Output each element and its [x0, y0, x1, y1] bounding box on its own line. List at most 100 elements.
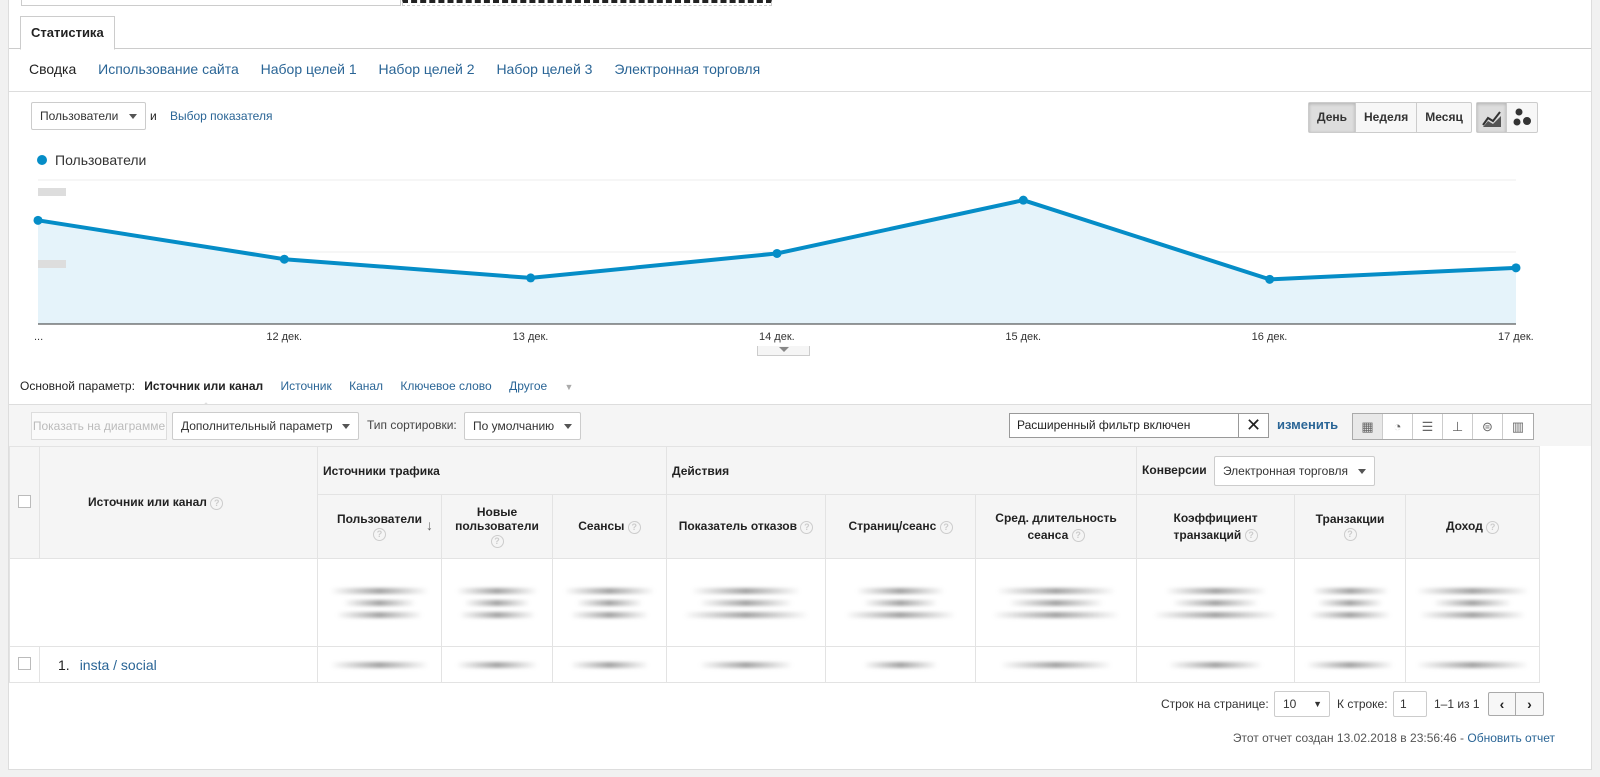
col-sessions[interactable]: Сеансы ?	[551, 494, 668, 559]
bubble-chart-icon	[1513, 108, 1531, 126]
totals-cell	[317, 558, 442, 647]
report-generated-text: Этот отчет создан 13.02.2018 в 23:56:46 …	[1232, 731, 1468, 745]
help-icon[interactable]: ?	[1244, 529, 1258, 543]
chart-x-tick-label: 16 дек.	[1252, 331, 1288, 343]
col-users[interactable]: Пользователи? ↓	[317, 494, 442, 559]
totals-cell	[975, 558, 1138, 647]
choose-metric-link[interactable]: Выбор показателя	[170, 109, 272, 123]
row-value-cell	[1405, 646, 1541, 683]
select-all-checkbox[interactable]	[18, 494, 31, 508]
dim-source-medium[interactable]: Источник или канал	[144, 379, 263, 393]
search-field-top[interactable]	[21, 0, 401, 6]
subnav-goal-set-3[interactable]: Набор целей 3	[496, 61, 592, 77]
period-day-button[interactable]: День	[1309, 103, 1356, 132]
compare-view-button[interactable]: ⊥	[1443, 414, 1473, 439]
chevron-left-icon: ‹	[1499, 696, 1505, 712]
col-ecommerce-rate-label-2: транзакций	[1173, 527, 1242, 542]
bar-view-button[interactable]: ☰	[1413, 414, 1443, 439]
rows-per-page-select[interactable]: 10 ▼	[1274, 691, 1330, 717]
dim-other[interactable]: Другое ▼	[509, 379, 587, 393]
tab-statistics[interactable]: Статистика	[20, 16, 115, 50]
totals-cell	[1405, 558, 1541, 647]
col-revenue[interactable]: Доход ?	[1405, 494, 1541, 559]
group-traffic-header: Источники трафика	[316, 446, 668, 495]
chart-x-tick-label: ...	[34, 331, 43, 343]
dimension-header[interactable]: Источник или канал ?	[39, 446, 318, 559]
help-icon[interactable]: ?	[373, 527, 386, 541]
chart-x-tick-label: 13 дек.	[513, 331, 549, 343]
subnav-summary[interactable]: Сводка	[29, 61, 76, 77]
help-icon[interactable]: ?	[490, 534, 504, 548]
dimension-header-label: Источник или канал	[88, 495, 207, 510]
help-icon[interactable]: ?	[939, 520, 953, 534]
data-table: Источник или канал ? Источники трафика Д…	[9, 446, 1541, 683]
conversion-type-select[interactable]: Электронная торговля	[1213, 455, 1375, 486]
grid-icon: ▦	[1361, 419, 1374, 434]
help-icon[interactable]: ?	[1071, 529, 1085, 543]
sort-type-select[interactable]: По умолчанию	[464, 412, 581, 440]
prev-page-button[interactable]: ‹	[1489, 693, 1516, 715]
page-range: 1–1 из 1	[1434, 697, 1480, 711]
col-avg-session-duration[interactable]: Сред. длительность сеанса ?	[975, 494, 1138, 559]
segment-placeholder-top[interactable]	[402, 0, 772, 6]
chart-resize-handle[interactable]	[757, 346, 810, 356]
col-pages-per-session[interactable]: Страниц/сеанс ?	[825, 494, 977, 559]
metric-select-value: Пользователи	[40, 109, 119, 123]
goto-row-input[interactable]: 1	[1393, 691, 1427, 717]
motion-chart-button[interactable]	[1507, 103, 1537, 132]
rows-per-page-label: Строк на странице:	[1161, 697, 1269, 711]
row-checkbox[interactable]	[18, 656, 31, 670]
term-cloud-view-button[interactable]: ⊜	[1473, 414, 1503, 439]
col-transactions[interactable]: Транзакции?	[1294, 494, 1407, 559]
dim-keyword[interactable]: Ключевое слово	[400, 379, 491, 393]
col-new-users-label-2: пользователи	[455, 519, 539, 534]
chart-point	[1265, 274, 1275, 284]
col-ecommerce-rate[interactable]: Коэффициент транзакций ?	[1136, 494, 1296, 559]
chart-x-tick-label: 14 дек.	[759, 331, 795, 343]
sort-type-label: Тип сортировки:	[367, 418, 457, 432]
chart-point	[1018, 195, 1028, 205]
goto-row-label: К строке:	[1337, 697, 1388, 711]
subnav-ecommerce[interactable]: Электронная торговля	[614, 61, 760, 77]
col-new-users[interactable]: Новые пользователи?	[441, 494, 553, 559]
refresh-report-link[interactable]: Обновить отчет	[1467, 731, 1555, 745]
next-page-button[interactable]: ›	[1516, 693, 1543, 715]
col-avg-duration-label-1: Сред. длительность	[995, 510, 1117, 525]
help-icon[interactable]: ?	[800, 520, 814, 534]
line-chart-button[interactable]	[1477, 103, 1507, 132]
pie-view-button[interactable]: ◔	[1383, 414, 1413, 439]
totals-cell	[1294, 558, 1407, 647]
conversion-type-value: Электронная торговля	[1222, 463, 1348, 478]
row-value-cell	[666, 646, 827, 683]
edit-filter-link[interactable]: изменить	[1277, 417, 1338, 432]
advanced-filter-box[interactable]: Расширенный фильтр включен ✕	[1009, 413, 1269, 438]
pivot-view-button[interactable]: ▥	[1503, 414, 1533, 439]
row-value-cell	[825, 646, 977, 683]
chart-point	[772, 248, 782, 258]
help-icon[interactable]: ?	[627, 520, 641, 534]
subnav-goal-set-2[interactable]: Набор целей 2	[379, 61, 475, 77]
col-ecommerce-rate-label-1: Коэффициент	[1173, 510, 1258, 525]
grid-view-button[interactable]: ▦	[1353, 414, 1383, 439]
help-icon[interactable]: ?	[1343, 527, 1357, 541]
secondary-dimension-select[interactable]: Дополнительный параметр	[172, 412, 359, 440]
help-icon[interactable]: ?	[1486, 520, 1500, 534]
secondary-dimension-value: Дополнительный параметр	[181, 419, 333, 433]
dim-medium[interactable]: Канал	[349, 379, 383, 393]
col-bounce-rate[interactable]: Показатель отказов ?	[666, 494, 827, 559]
subnav-site-usage[interactable]: Использование сайта	[98, 61, 239, 77]
close-icon[interactable]: ✕	[1238, 414, 1268, 437]
period-month-button[interactable]: Месяц	[1417, 103, 1471, 132]
metric-select[interactable]: Пользователи	[31, 102, 146, 130]
chevron-down-icon	[129, 114, 137, 119]
row-value-cell	[975, 646, 1138, 683]
pivot-icon: ▥	[1511, 419, 1525, 434]
plot-rows-button[interactable]: Показать на диаграмме	[31, 412, 167, 440]
period-week-button[interactable]: Неделя	[1356, 103, 1418, 132]
group-actions-header: Действия	[666, 446, 1138, 495]
col-users-label: Пользователи	[336, 512, 423, 527]
row-source-link[interactable]: insta / social	[80, 657, 157, 673]
subnav-goal-set-1[interactable]: Набор целей 1	[261, 61, 357, 77]
help-icon[interactable]: ?	[210, 496, 224, 510]
dim-source[interactable]: Источник	[281, 379, 332, 393]
